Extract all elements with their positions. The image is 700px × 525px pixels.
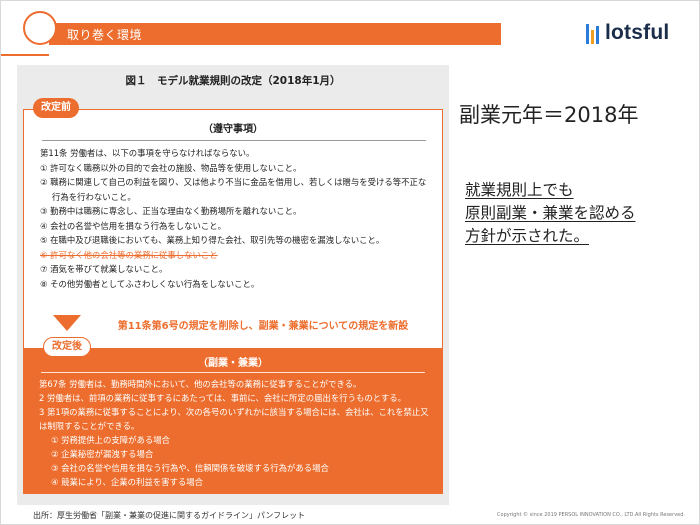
before-body: 第11条 労働者は、以下の事項を守らなければならない。 ① 許可なく職務以外の目… bbox=[40, 146, 432, 291]
slide: 取り巻く環境 lotsful 図１ モデル就業規則の改定（2018年1月） （遵… bbox=[0, 0, 700, 525]
after-paragraph: 3 第1項の業務に従事することにより、次の各号のいずれかに該当する場合には、会社… bbox=[39, 407, 429, 431]
note: 就業規則上でも 原則副業・兼業を認める 方針が示された。 bbox=[465, 179, 695, 248]
before-divider bbox=[42, 140, 426, 141]
note-line: 方針が示された。 bbox=[465, 227, 590, 245]
change-note: 第11条第6号の規定を削除し、副業・兼業についての規定を新設 bbox=[117, 321, 409, 332]
after-paragraph: 2 労働者は、前項の業務に従事するにあたっては、事前に、会社に所定の届出を行うも… bbox=[39, 393, 407, 403]
after-box: （副業・兼業） 第67条 労働者は、勤務時間外において、他の会社等の業務に従事す… bbox=[23, 348, 443, 494]
before-item: ④ 会社の名誉や信用を損なう行為をしないこと。 bbox=[40, 220, 227, 231]
before-intro: 第11条 労働者は、以下の事項を守らなければならない。 bbox=[40, 148, 255, 158]
before-item-deleted: ⑥ 許可なく他の会社等の業務に従事しないこと bbox=[40, 249, 218, 260]
after-sub-item: ④ 競業により、企業の利益を害する場合 bbox=[51, 477, 204, 487]
before-item: ⑤ 在職中及び退職後においても、業務上知り得た会社、取引先等の機密を漏洩しないこ… bbox=[40, 235, 385, 245]
after-paragraph: 第67条 労働者は、勤務時間外において、他の会社等の業務に従事することができる。 bbox=[39, 379, 362, 389]
figure-title: 図１ モデル就業規則の改定（2018年1月） bbox=[125, 75, 341, 87]
before-item: ⑦ 酒気を帯びて就業しないこと。 bbox=[40, 264, 168, 274]
before-tag: 改定前 bbox=[33, 98, 79, 118]
after-tag: 改定後 bbox=[43, 337, 91, 357]
after-body: 第67条 労働者は、勤務時間外において、他の会社等の業務に従事することができる。… bbox=[39, 377, 435, 489]
headline: 副業元年＝2018年 bbox=[459, 103, 639, 127]
before-item: ② 職務に関連して自己の利益を図り、又は他より不当に金品を借用し、若しくは贈与を… bbox=[40, 177, 427, 202]
after-sub-item: ② 企業秘密が漏洩する場合 bbox=[51, 449, 154, 459]
after-divider bbox=[41, 372, 425, 373]
before-heading: （遵守事項） bbox=[203, 124, 263, 135]
banner-circle-icon bbox=[23, 11, 57, 45]
lotsful-bars-icon bbox=[586, 22, 601, 44]
banner-left-line bbox=[1, 54, 49, 56]
after-heading: （副業・兼業） bbox=[198, 358, 268, 369]
source-note: 出所：厚生労働省「副業・兼業の促進に関するガイドライン」パンフレット bbox=[33, 511, 306, 520]
after-sub-item: ③ 会社の名誉や信用を損なう行為や、信頼関係を破壊する行為がある場合 bbox=[51, 463, 329, 473]
figure-panel: 図１ モデル就業規則の改定（2018年1月） （遵守事項） 第11条 労働者は、… bbox=[17, 65, 449, 505]
logo: lotsful bbox=[586, 19, 669, 47]
before-item: ⑧ その他労働者としてふさわしくない行為をしないこと。 bbox=[40, 278, 260, 289]
copyright: Copyright © since 2019 PERSOL INNOVATION… bbox=[497, 512, 685, 518]
after-sub-item: ① 労務提供上の支障がある場合 bbox=[51, 435, 171, 445]
section-title: 取り巻く環境 bbox=[67, 28, 143, 42]
section-banner: 取り巻く環境 bbox=[49, 23, 501, 45]
logo-text: lotsful bbox=[605, 21, 670, 44]
note-line: 就業規則上でも bbox=[465, 181, 574, 199]
before-item: ③ 勤務中は職務に専念し、正当な理由なく勤務場所を離れないこと。 bbox=[40, 206, 302, 216]
before-item: ① 許可なく職務以外の目的で会社の施設、物品等を使用しないこと。 bbox=[40, 162, 302, 173]
note-line: 原則副業・兼業を認める bbox=[465, 204, 636, 222]
